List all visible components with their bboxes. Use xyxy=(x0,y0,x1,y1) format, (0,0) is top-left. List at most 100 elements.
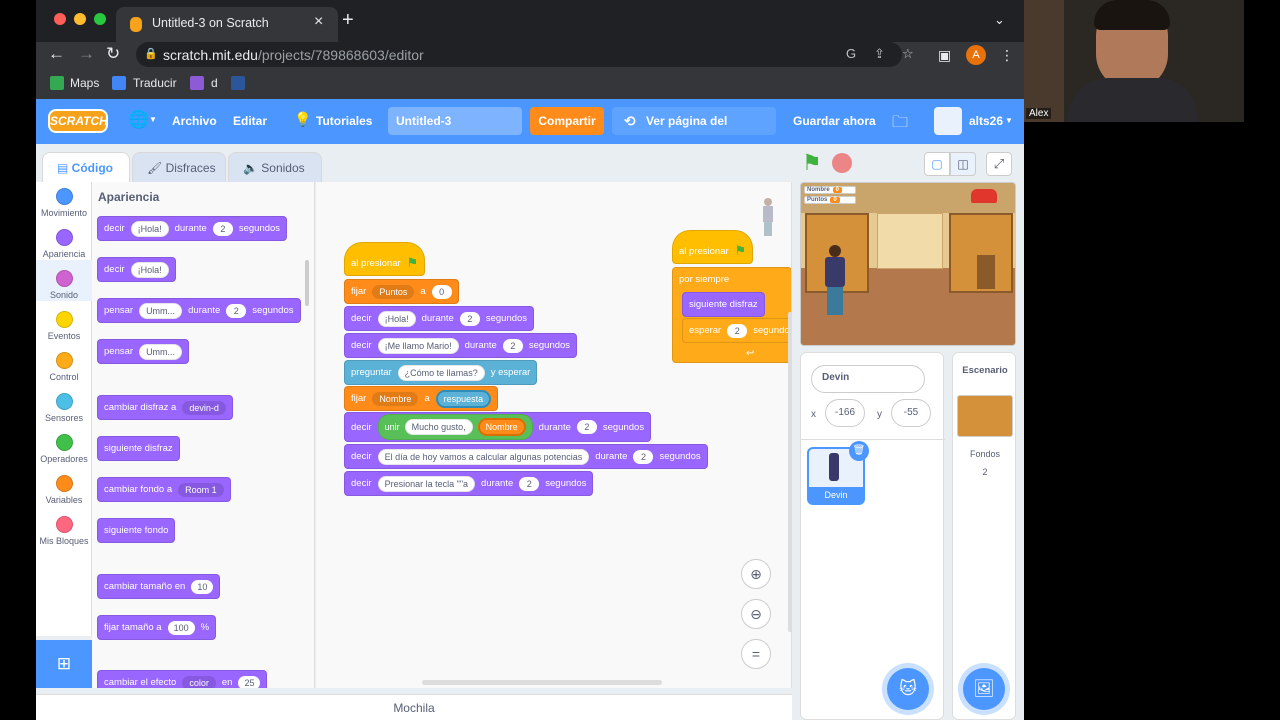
block-set-puntos[interactable]: fijar Puntos a 0 xyxy=(344,279,459,304)
y-label: y xyxy=(877,409,882,420)
script-vertical-scrollbar[interactable] xyxy=(788,312,791,632)
sprite-thumbnail[interactable]: Devin 🗑 xyxy=(807,441,869,505)
side-panel-icon[interactable]: ▣ xyxy=(938,47,951,64)
block-ask-and-wait[interactable]: preguntar ¿Cómo te llamas? y esperar xyxy=(344,360,538,385)
tab-code[interactable]: ▤ Código xyxy=(42,152,130,183)
backdrop-thumbnail[interactable] xyxy=(957,395,1013,437)
category-label: Movimiento xyxy=(40,208,87,218)
choose-sprite-button[interactable]: 🐱 xyxy=(887,668,929,710)
category-events[interactable]: Eventos xyxy=(36,311,92,341)
block-switch-costume[interactable]: cambiar disfraz a devin-d xyxy=(97,395,233,420)
tab-sounds[interactable]: 🔈 Sonidos xyxy=(228,152,322,183)
bookmark-star-icon[interactable]: ☆ xyxy=(902,46,914,62)
category-motion[interactable]: Movimiento xyxy=(36,188,92,218)
block-say-hola[interactable]: decir ¡Hola! durante 2 segundos xyxy=(344,306,535,331)
language-globe-icon[interactable]: 🌐 xyxy=(128,110,149,130)
folder-icon[interactable]: 🗀 xyxy=(892,111,908,138)
block-say-press-key[interactable]: decir Presionar la tecla ""a durante 2 segun… xyxy=(344,471,594,496)
project-title-input[interactable]: Untitled-3 xyxy=(388,107,522,135)
backpack-bar[interactable]: Mochila xyxy=(36,694,792,720)
lightbulb-icon: 💡 xyxy=(294,111,312,127)
block-say-for[interactable]: decir ¡Hola! durante 2 segundos xyxy=(97,216,288,241)
block-set-nombre[interactable]: fijar Nombre a respuesta xyxy=(344,386,499,411)
close-window-button[interactable] xyxy=(54,13,66,25)
stop-button[interactable] xyxy=(832,153,852,173)
block-say[interactable]: decir ¡Hola! xyxy=(97,257,176,282)
block-when-flag-clicked-2[interactable]: al presionar ⚑ xyxy=(672,230,754,264)
category-looks[interactable]: Apariencia xyxy=(36,229,92,259)
choose-backdrop-button[interactable]: 🖼 xyxy=(963,668,1005,710)
address-bar[interactable]: 🔒 scratch.mit.edu/projects/789868603/edi… xyxy=(136,42,914,67)
scratch-logo[interactable]: SCRATCH xyxy=(48,109,108,133)
category-control[interactable]: Control xyxy=(36,352,92,382)
zoom-in-button[interactable]: ⊕ xyxy=(741,559,771,589)
forward-icon[interactable]: → xyxy=(78,44,95,64)
share-button[interactable]: Compartir xyxy=(530,107,604,135)
reload-icon[interactable]: ↻ xyxy=(106,44,120,64)
menu-file[interactable]: Archivo xyxy=(172,114,217,128)
sprite-devin[interactable] xyxy=(823,245,847,329)
back-icon[interactable]: ← xyxy=(48,44,65,64)
profile-avatar[interactable]: A xyxy=(966,45,986,65)
script-horizontal-scrollbar[interactable] xyxy=(422,680,662,685)
fullscreen-button[interactable]: ⤢ xyxy=(986,152,1012,176)
browser-tab[interactable]: Untitled-3 on Scratch × xyxy=(116,7,338,42)
block-wait[interactable]: esperar 2 segundos xyxy=(682,318,791,343)
tab-search-chevron-icon[interactable]: ⌄ xyxy=(994,12,1005,28)
block-say-name[interactable]: decir ¡Me llamo Mario! durante 2 segundos xyxy=(344,333,578,358)
green-flag-button[interactable]: ⚑ xyxy=(802,150,822,176)
minimize-window-button[interactable] xyxy=(74,13,86,25)
block-change-effect[interactable]: cambiar el efecto color en 25 xyxy=(97,670,268,688)
category-operators[interactable]: Operadores xyxy=(36,434,92,464)
close-tab-icon[interactable]: × xyxy=(314,13,323,31)
delete-sprite-icon[interactable]: 🗑 xyxy=(849,441,869,461)
green-flag-icon: ⚑ xyxy=(734,243,747,258)
add-extension-button[interactable]: ⊞ xyxy=(36,640,92,688)
block-next-costume[interactable]: siguiente disfraz xyxy=(97,436,180,461)
maximize-window-button[interactable] xyxy=(94,13,106,25)
bookmarks-bar: Maps Traducir d xyxy=(36,70,1024,99)
category-sensing[interactable]: Sensores xyxy=(36,393,92,423)
google-icon[interactable]: G xyxy=(846,46,856,61)
operators-dot-icon xyxy=(55,434,73,451)
menu-tutorials[interactable]: Tutoriales xyxy=(316,114,372,128)
bookmark-traducir[interactable]: Traducir xyxy=(133,76,177,90)
block-set-size[interactable]: fijar tamaño a 100% xyxy=(97,615,217,640)
category-menu: Movimiento Apariencia Sonido Eventos Con… xyxy=(36,182,92,636)
account-caret-icon[interactable]: ▼ xyxy=(1005,116,1013,125)
x-field[interactable]: -166 xyxy=(825,399,865,427)
category-label: Sonido xyxy=(49,290,79,300)
block-next-costume-2[interactable]: siguiente disfraz xyxy=(682,292,765,317)
stage[interactable]: Nombre 0 Puntos 0 xyxy=(800,182,1016,346)
block-switch-backdrop[interactable]: cambiar fondo a Room 1 xyxy=(97,477,231,502)
zoom-out-button[interactable]: ⊖ xyxy=(741,599,771,629)
block-when-flag-clicked[interactable]: al presionar ⚑ xyxy=(344,242,426,276)
browser-menu-icon[interactable]: ⋮ xyxy=(1000,47,1014,64)
username[interactable]: alts26 xyxy=(969,114,1003,128)
menu-edit[interactable]: Editar xyxy=(233,114,267,128)
category-variables[interactable]: Variables xyxy=(36,475,92,505)
bookmark-d[interactable]: d xyxy=(211,76,218,90)
user-avatar[interactable] xyxy=(934,107,962,135)
large-stage-button[interactable]: ◫ xyxy=(950,152,976,176)
small-stage-button[interactable]: ▢ xyxy=(924,152,950,176)
block-say-join[interactable]: decir unir Mucho gusto, Nombre durante 2 segun… xyxy=(344,412,652,442)
category-sound[interactable]: Sonido xyxy=(36,270,92,300)
see-project-page-button[interactable]: ⟲ Ver página del proyecto xyxy=(612,107,776,156)
category-my-blocks[interactable]: Mis Bloques xyxy=(36,516,92,546)
share-icon[interactable]: ⇪ xyxy=(874,46,885,62)
palette-scrollbar[interactable] xyxy=(305,260,309,306)
block-think-for[interactable]: pensar Umm... durante 2 segundos xyxy=(97,298,301,323)
save-now-button[interactable]: Guardar ahora xyxy=(793,114,876,128)
word-icon[interactable] xyxy=(231,76,245,90)
block-say-powers[interactable]: decir El día de hoy vamos a calcular algu… xyxy=(344,444,708,469)
y-field[interactable]: -55 xyxy=(891,399,931,427)
block-change-size[interactable]: cambiar tamaño en 10 xyxy=(97,574,221,599)
bookmark-maps[interactable]: Maps xyxy=(70,76,99,90)
new-tab-icon[interactable]: + xyxy=(342,9,354,32)
block-think[interactable]: pensar Umm... xyxy=(97,339,190,364)
zoom-reset-button[interactable]: = xyxy=(741,639,771,669)
sprite-name-field[interactable]: Devin xyxy=(811,365,925,393)
block-next-backdrop[interactable]: siguiente fondo xyxy=(97,518,176,543)
tab-costumes[interactable]: 🖌 Disfraces xyxy=(132,152,226,183)
